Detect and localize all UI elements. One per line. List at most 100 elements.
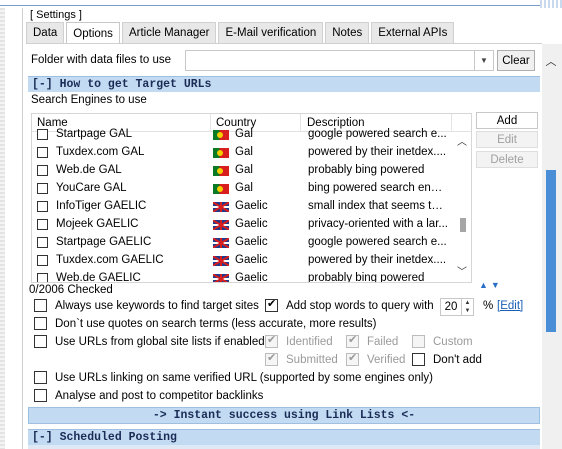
engine-checkbox[interactable] xyxy=(37,237,48,248)
engine-row[interactable]: InfoTiger GAELIC Gaelic small index that… xyxy=(32,198,451,216)
competitor-checkbox[interactable] xyxy=(34,389,47,402)
same-verified-label: Use URLs linking on same verified URL (s… xyxy=(55,371,433,384)
scroll-up-icon[interactable]: ︿ xyxy=(457,133,467,148)
engine-country: Gaelic xyxy=(235,218,268,230)
identified-checkbox[interactable] xyxy=(265,333,278,348)
portugal-flag-icon xyxy=(213,148,229,158)
stop-words-checkbox[interactable] xyxy=(265,297,278,312)
no-quotes-label: Don`t use quotes on search terms (less a… xyxy=(55,317,377,330)
identified-label: Identified xyxy=(286,335,333,348)
custom-label: Custom xyxy=(433,335,473,348)
settings-group-border xyxy=(22,8,23,449)
always-keywords-option[interactable]: Always use keywords to find target sites xyxy=(34,299,259,312)
engine-checkbox[interactable] xyxy=(37,201,48,212)
options-scrollbar-thumb[interactable] xyxy=(546,170,556,332)
folder-dropdown-button[interactable]: ▼ xyxy=(475,50,494,71)
tab-options[interactable]: Options xyxy=(66,22,120,44)
engine-country: Gaelic xyxy=(235,254,268,266)
engine-description: google powered search e... xyxy=(308,236,447,248)
portugal-flag-icon xyxy=(213,166,229,176)
stop-words-edit-link[interactable]: [Edit] xyxy=(497,300,523,312)
engine-country: Gaelic xyxy=(235,200,268,212)
search-engines-label: Search Engines to use xyxy=(31,94,147,106)
global-lists-option[interactable]: Use URLs from global site lists if enabl… xyxy=(34,335,265,348)
engine-name: Startpage GAELIC xyxy=(56,236,152,248)
engine-description: small index that seems to ... xyxy=(308,200,448,212)
engine-country: Gal xyxy=(235,182,253,194)
same-verified-checkbox[interactable] xyxy=(34,371,47,384)
uk-flag-icon xyxy=(213,238,229,248)
engine-row[interactable]: Web.de GAL Gal probably bing powered xyxy=(32,162,451,180)
failed-checkbox[interactable] xyxy=(346,333,359,348)
same-verified-option[interactable]: Use URLs linking on same verified URL (s… xyxy=(34,371,433,384)
clear-button[interactable]: Clear xyxy=(497,50,535,71)
engine-country: Gaelic xyxy=(235,272,268,283)
dont-add-option[interactable]: Don't add xyxy=(412,353,482,366)
always-keywords-checkbox[interactable] xyxy=(34,299,47,312)
engine-checkbox[interactable] xyxy=(37,273,48,282)
engine-row[interactable]: Tuxdex.com GAL Gal powered by their inet… xyxy=(32,144,451,162)
engine-list-scroll-thumb[interactable] xyxy=(460,218,466,232)
engine-row[interactable]: YouCare GAL Gal bing powered search engi… xyxy=(32,180,451,198)
uk-flag-icon xyxy=(213,274,229,282)
submitted-option[interactable]: Submitted xyxy=(265,351,338,366)
engine-description: bing powered search engine xyxy=(308,182,448,194)
no-quotes-checkbox[interactable] xyxy=(34,317,47,330)
move-up-down-icon[interactable]: ▲▼ xyxy=(479,280,503,290)
identified-option[interactable]: Identified xyxy=(265,333,333,348)
engine-checkbox[interactable] xyxy=(37,255,48,266)
no-quotes-option[interactable]: Don`t use quotes on search terms (less a… xyxy=(34,317,377,330)
options-scrollbar[interactable] xyxy=(542,44,562,449)
percent-unit: % xyxy=(483,300,494,312)
instant-success-link-lists-button[interactable]: -> Instant success using Link Lists <- xyxy=(28,407,540,424)
verified-checkbox[interactable] xyxy=(346,351,359,366)
global-lists-checkbox[interactable] xyxy=(34,335,47,348)
tab-email-verification[interactable]: E-Mail verification xyxy=(218,22,324,43)
checked-count: 0/2006 Checked xyxy=(29,284,113,296)
engine-list-scrollbar[interactable]: ︿ ﹀ xyxy=(453,132,471,282)
stop-words-spinner[interactable]: ▲ ▼ xyxy=(462,298,474,316)
competitor-label: Analyse and post to competitor backlinks xyxy=(55,389,264,402)
engine-name: Web.de GAL xyxy=(56,164,122,176)
stop-words-option[interactable]: Add stop words to query with xyxy=(265,297,434,312)
failed-label: Failed xyxy=(367,335,399,348)
engine-checkbox[interactable] xyxy=(37,183,48,194)
stop-words-percent-input[interactable]: 20 xyxy=(440,298,462,316)
delete-engine-button[interactable]: Delete xyxy=(476,151,538,168)
dont-add-checkbox[interactable] xyxy=(412,353,425,366)
tab-notes[interactable]: Notes xyxy=(325,22,370,43)
custom-option[interactable]: Custom xyxy=(412,335,473,348)
custom-checkbox[interactable] xyxy=(412,335,425,348)
edit-engine-button[interactable]: Edit xyxy=(476,131,538,148)
engine-name: Tuxdex.com GAL xyxy=(56,146,145,158)
bottom-strip xyxy=(28,445,540,449)
engine-checkbox[interactable] xyxy=(37,147,48,158)
folder-input[interactable] xyxy=(185,50,475,71)
uk-flag-icon xyxy=(213,202,229,212)
engine-checkbox[interactable] xyxy=(37,165,48,176)
collapse-chevron-icon[interactable]: ︿ xyxy=(542,50,560,71)
uk-flag-icon xyxy=(213,220,229,230)
tab-article-manager[interactable]: Article Manager xyxy=(121,22,217,43)
verified-option[interactable]: Verified xyxy=(346,351,405,366)
submitted-checkbox[interactable] xyxy=(265,351,278,366)
failed-option[interactable]: Failed xyxy=(346,333,399,348)
competitor-option[interactable]: Analyse and post to competitor backlinks xyxy=(34,389,263,402)
engine-row[interactable]: Web.de GAELIC Gaelic probably bing power… xyxy=(32,270,451,283)
tab-external-apis[interactable]: External APIs xyxy=(371,22,455,43)
top-strip xyxy=(0,0,562,8)
scroll-down-icon[interactable]: ﹀ xyxy=(457,263,467,278)
engine-name: Mojeek GAELIC xyxy=(56,218,139,230)
stop-words-label: Add stop words to query with xyxy=(286,299,434,312)
engine-row[interactable]: Startpage GAELIC Gaelic google powered s… xyxy=(32,234,451,252)
add-engine-button[interactable]: Add xyxy=(476,112,538,129)
engine-country: Gal xyxy=(235,164,253,176)
engine-row[interactable]: Mojeek GAELIC Gaelic privacy-oriented wi… xyxy=(32,216,451,234)
engine-checkbox[interactable] xyxy=(37,219,48,230)
tab-data[interactable]: Data xyxy=(26,22,65,43)
section-header-target-urls[interactable]: [-] How to get Target URLs xyxy=(28,76,540,92)
tab-bar: Data Options Article Manager E-Mail veri… xyxy=(26,22,456,44)
engine-row[interactable]: Tuxdex.com GAELIC Gaelic powered by thei… xyxy=(32,252,451,270)
search-engine-list[interactable]: Name Country Description Startpage GAL G… xyxy=(31,113,472,283)
section-header-scheduled-posting[interactable]: [-] Scheduled Posting xyxy=(28,429,540,445)
